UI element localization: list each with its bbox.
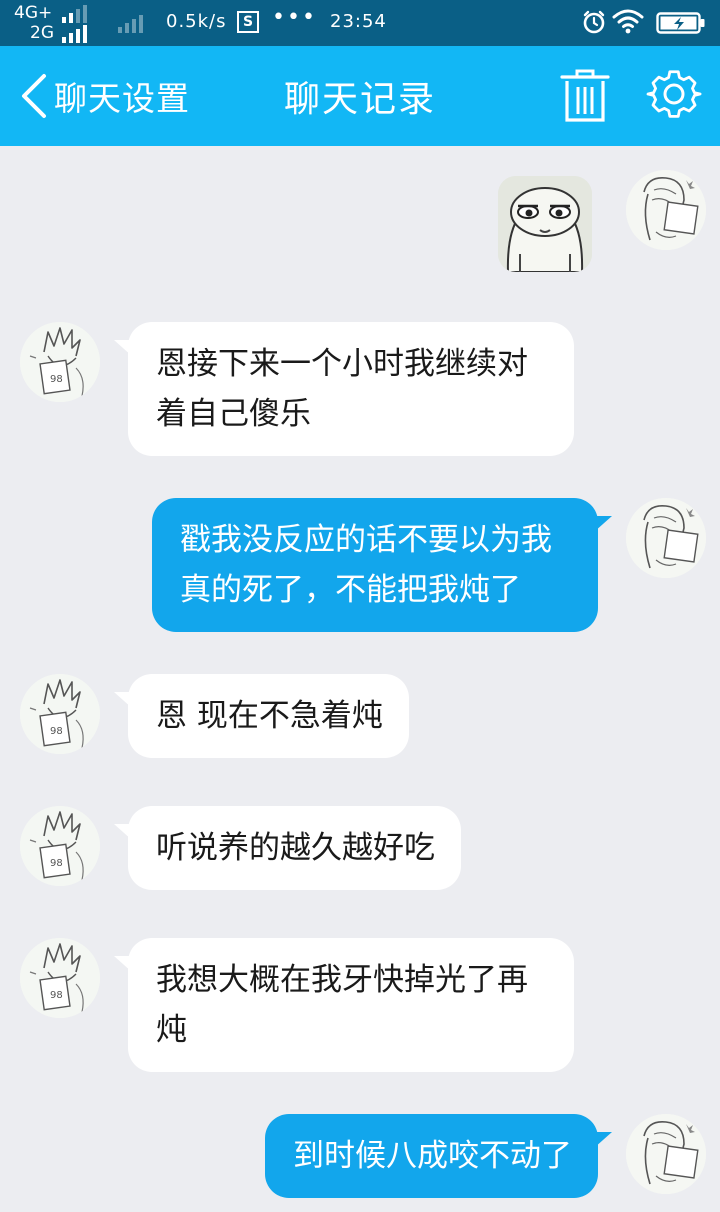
contact-avatar[interactable]: 98 (20, 806, 100, 886)
avatar-girl-sketch-icon (626, 498, 706, 578)
contact-avatar[interactable]: 98 (20, 674, 100, 754)
back-label: 聊天设置 (54, 79, 190, 118)
signal-icon (62, 5, 87, 23)
network-type-bottom: 2G (30, 23, 54, 43)
my-avatar[interactable] (626, 498, 706, 578)
settings-button[interactable] (646, 66, 702, 122)
chat-history[interactable]: 98 恩接下来一个小时我继续对着自己傻乐 戳我没反应的话不要以为我真的死了，不能… (0, 146, 720, 1212)
chevron-left-icon (22, 74, 46, 118)
app-header: 聊天设置 聊天记录 (0, 46, 720, 146)
avatar-boy-sketch-icon: 98 (20, 322, 100, 402)
avatar-girl-sketch-icon (626, 1114, 706, 1194)
svg-text:98: 98 (50, 858, 63, 869)
avatar-boy-sketch-icon: 98 (20, 806, 100, 886)
more-notifications-icon: ••• (272, 5, 317, 30)
signal-icon (118, 15, 143, 33)
delete-history-button[interactable] (560, 68, 610, 124)
network-type: 4G+ 2G (14, 4, 54, 44)
svg-text:98: 98 (50, 726, 63, 737)
message-bubble-outgoing[interactable]: 到时候八成咬不动了 (265, 1114, 612, 1198)
clock: 23:54 (330, 11, 387, 32)
network-type-top: 4G+ (14, 3, 53, 23)
network-speed: 0.5k/s (166, 11, 227, 32)
alarm-icon (582, 10, 606, 38)
wifi-icon (612, 8, 644, 38)
message-bubble-incoming[interactable]: 恩 现在不急着炖 (114, 674, 409, 758)
signal-icon (62, 25, 87, 43)
message-bubble-incoming[interactable]: 恩接下来一个小时我继续对着自己傻乐 (114, 322, 574, 456)
message-bubble-incoming[interactable]: 我想大概在我牙快掉光了再炖 (114, 938, 574, 1072)
my-avatar[interactable] (626, 1114, 706, 1194)
avatar-boy-sketch-icon: 98 (20, 674, 100, 754)
message-bubble-incoming[interactable]: 听说养的越久越好吃 (114, 806, 461, 890)
svg-text:98: 98 (50, 374, 63, 385)
back-button[interactable]: 聊天设置 (18, 68, 190, 124)
contact-avatar[interactable]: 98 (20, 938, 100, 1018)
contact-avatar[interactable]: 98 (20, 322, 100, 402)
sticker-face-icon (498, 176, 592, 272)
status-bar: 4G+ 2G 0.5k/s S ••• 23:54 (0, 0, 720, 46)
sim-badge: S (237, 11, 259, 33)
message-bubble-outgoing[interactable]: 戳我没反应的话不要以为我真的死了，不能把我炖了 (152, 498, 612, 632)
page-title: 聊天记录 (283, 79, 436, 120)
svg-text:98: 98 (50, 990, 63, 1001)
avatar-girl-sketch-icon (626, 170, 706, 250)
sticker-message[interactable] (498, 176, 592, 272)
trash-icon (560, 69, 610, 122)
gear-icon (646, 70, 702, 118)
my-avatar[interactable] (626, 170, 706, 250)
avatar-boy-sketch-icon: 98 (20, 938, 100, 1018)
battery-charging-icon (656, 12, 706, 38)
